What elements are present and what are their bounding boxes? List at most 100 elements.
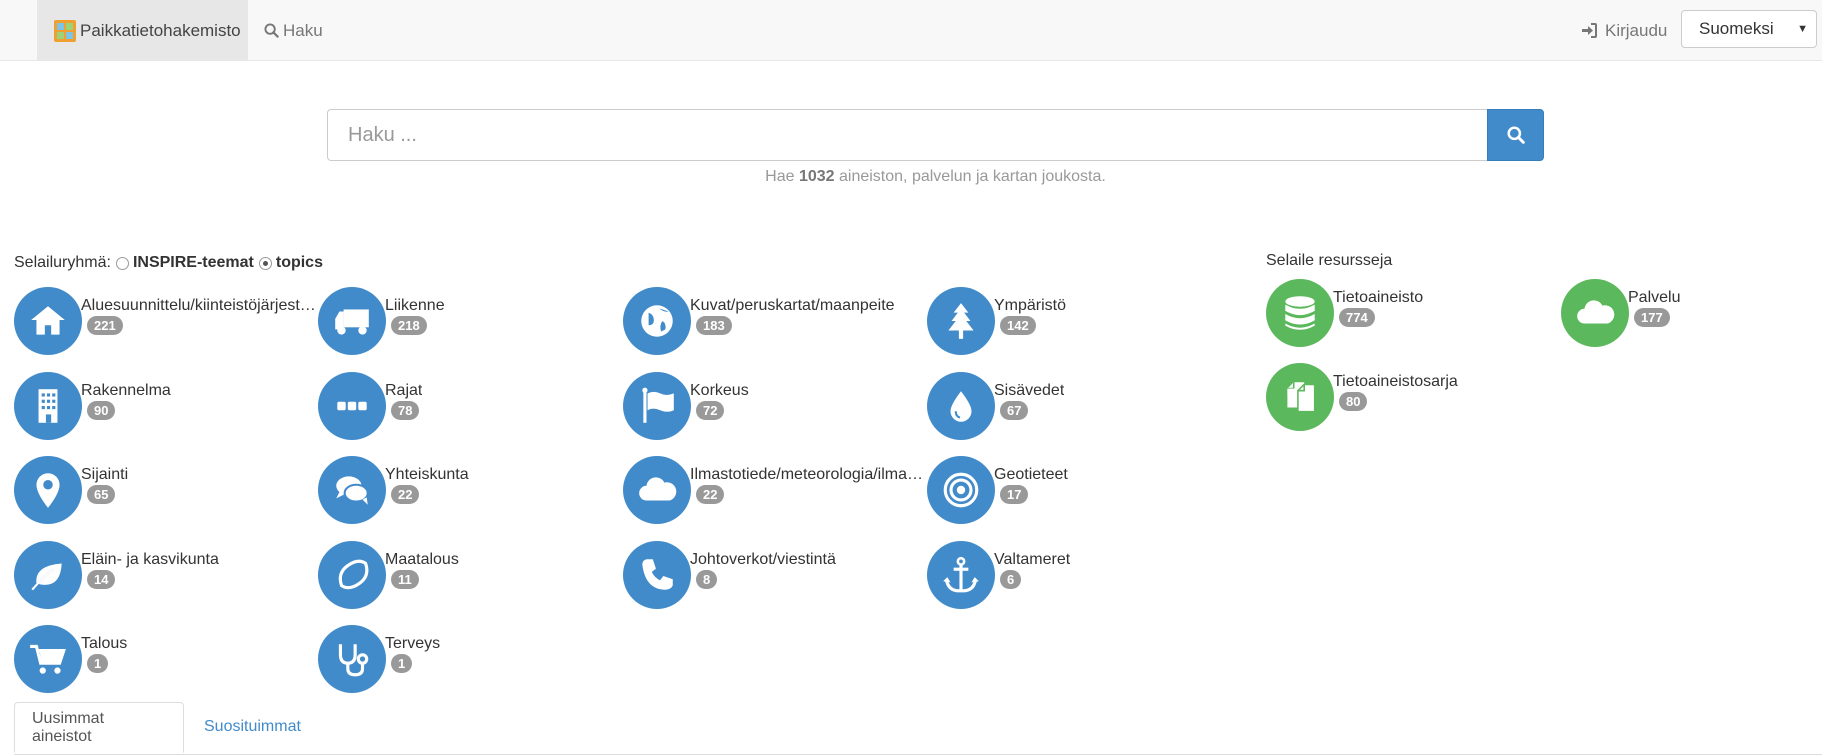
topic-icon-circle[interactable] [318,456,386,524]
radio-topics-label[interactable]: topics [276,254,323,272]
topic-item[interactable]: Sijainti 65 [14,456,314,526]
radio-inspire[interactable] [115,256,129,270]
login-link[interactable]: Kirjaudu [1581,0,1667,61]
topic-label[interactable]: Aluesuunnittelu/kiinteistöjärjestelmät [81,297,316,315]
comments-icon [336,476,369,505]
tab-popular[interactable]: Suosituimmat [187,702,318,752]
resource-item[interactable]: Tietoaineistosarja 80 [1266,363,1566,433]
resource-icon-circle[interactable] [1266,363,1334,431]
nav-search-link[interactable]: Haku [264,0,323,61]
topic-label[interactable]: Rajat [385,382,422,400]
topic-item[interactable]: Ilmastotiede/meteorologia/ilmakehä 22 [623,456,925,526]
topic-label[interactable]: Geotieteet [994,466,1068,484]
resource-label[interactable]: Tietoaineisto [1333,289,1423,307]
topic-count-badge: 142 [1000,316,1036,335]
topic-label[interactable]: Yhteiskunta [385,466,469,484]
topic-item[interactable]: Geotieteet 17 [927,456,1227,526]
topic-item[interactable]: Korkeus 72 [623,371,923,442]
topic-label[interactable]: Maatalous [385,551,459,569]
topic-icon-circle[interactable] [14,456,82,524]
topic-count-badge: 22 [391,485,420,504]
topic-label[interactable]: Sijainti [81,466,128,484]
topic-count-badge: 14 [87,569,116,589]
topic-label[interactable]: Sisävedet [994,382,1064,400]
topic-count-badge: 11 [391,569,419,589]
anchor-icon [943,556,979,592]
copy-icon [1287,382,1316,413]
topic-count-badge: 218 [391,316,427,335]
topic-count-badge: 90 [87,400,116,420]
topic-label[interactable]: Talous [81,635,127,653]
topic-item[interactable]: Eläin- ja kasvikunta 14 [14,540,314,611]
topic-count-badge: 183 [696,316,732,335]
topic-icon-circle[interactable] [14,287,82,355]
topic-item[interactable]: Maatalous 11 [318,540,618,611]
resource-icon-circle[interactable] [1561,279,1629,347]
topic-icon-circle[interactable] [623,456,691,524]
topic-item[interactable]: Liikenne 218 [318,287,618,357]
topic-item[interactable]: Kuvat/peruskartat/maanpeite 183 [623,287,923,357]
radio-inspire-label[interactable]: INSPIRE-teemat [133,254,254,272]
topic-icon-circle[interactable] [318,625,386,693]
home-icon [31,306,65,335]
topic-icon-circle[interactable] [318,540,386,609]
language-value: Suomeksi [1699,19,1774,38]
topic-icon-circle[interactable] [623,287,691,355]
topic-icon-circle[interactable] [927,287,995,355]
topic-icon-circle[interactable] [14,371,82,440]
topic-label[interactable]: Terveys [385,635,440,653]
browse-group-label: Selailuryhmä: [14,254,111,271]
tab-popular-label: Suosituimmat [204,718,301,735]
topic-count-badge: 78 [391,400,420,420]
topic-icon-circle[interactable] [318,371,386,440]
topic-icon-circle[interactable] [14,625,82,693]
search-icon [1506,126,1525,144]
tabs: Uusimmat aineistot Suosituimmat [14,702,1822,755]
radio-topics[interactable] [258,256,272,270]
topic-item[interactable]: Sisävedet 67 [927,371,1227,442]
topic-icon-circle[interactable] [14,540,82,609]
topic-label[interactable]: Rakennelma [81,382,171,400]
tab-newest[interactable]: Uusimmat aineistot [14,702,184,753]
topic-count-badge: 221 [87,316,123,335]
resource-label[interactable]: Tietoaineistosarja [1333,373,1458,391]
nav-search-label: Haku [283,20,323,40]
topic-icon-circle[interactable] [927,456,995,524]
bullseye-icon [943,472,979,508]
topic-item[interactable]: Terveys 1 [318,625,618,695]
map-marker-icon [36,473,60,508]
topic-label[interactable]: Ympäristö [994,297,1066,315]
topic-icon-circle[interactable] [318,287,386,355]
topic-item[interactable]: Valtameret 6 [927,540,1227,611]
topic-icon-circle[interactable] [623,540,691,609]
topic-label[interactable]: Ilmastotiede/meteorologia/ilmakehä [690,466,925,484]
topic-label[interactable]: Kuvat/peruskartat/maanpeite [690,297,895,315]
topic-item[interactable]: Ympäristö 142 [927,287,1227,357]
search-button[interactable] [1487,109,1544,161]
topic-label[interactable]: Korkeus [690,382,749,400]
topic-item[interactable]: Aluesuunnittelu/kiinteistöjärjestelmät 22… [14,287,316,357]
topic-label[interactable]: Valtameret [994,551,1070,569]
topic-label[interactable]: Liikenne [385,297,445,315]
topic-icon-circle[interactable] [623,371,691,440]
navbar: Paikkatietohakemisto Haku Kirjaudu Suome… [0,0,1822,61]
topic-icon-circle[interactable] [927,540,995,609]
resource-icon-circle[interactable] [1266,279,1334,347]
brand-link[interactable]: Paikkatietohakemisto [37,0,248,61]
hint-prefix: Hae [765,168,795,185]
topic-label[interactable]: Eläin- ja kasvikunta [81,551,219,569]
topic-icon-circle[interactable] [927,371,995,440]
search-icon [264,23,279,38]
topic-item[interactable]: Johtoverkot/viestintä 8 [623,540,923,611]
topic-item[interactable]: Talous 1 [14,625,314,695]
topic-label[interactable]: Johtoverkot/viestintä [690,551,836,569]
language-select[interactable]: Suomeksi ▼ [1681,10,1817,48]
topic-item[interactable]: Rakennelma 90 [14,371,314,442]
topic-item[interactable]: Rajat 78 [318,371,618,442]
resource-label[interactable]: Palvelu [1628,289,1680,307]
resource-item[interactable]: Tietoaineisto 774 [1266,279,1566,349]
resource-item[interactable]: Palvelu 177 [1561,279,1822,349]
search-input[interactable] [327,109,1489,161]
hint-count: 1032 [798,168,835,185]
topic-item[interactable]: Yhteiskunta 22 [318,456,618,526]
